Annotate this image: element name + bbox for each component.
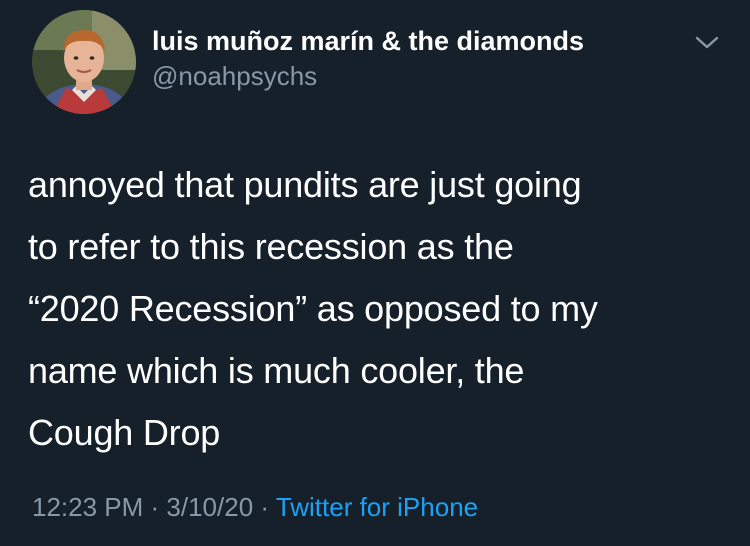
tweet-text-line: Cough Drop bbox=[28, 412, 221, 453]
tweet-text: annoyed that pundits are just going to r… bbox=[28, 154, 728, 464]
tweet-text-line: to refer to this recession as the bbox=[28, 226, 514, 267]
tweet-date[interactable]: 3/10/20 bbox=[166, 492, 253, 522]
chevron-down-icon bbox=[695, 36, 719, 49]
meta-separator: · bbox=[253, 492, 276, 522]
tweet-source-link[interactable]: Twitter for iPhone bbox=[276, 492, 478, 522]
more-options-button[interactable] bbox=[692, 30, 722, 54]
tweet-meta: 12:23 PM · 3/10/20 · Twitter for iPhone bbox=[32, 490, 478, 524]
tweet-text-line: annoyed that pundits are just going bbox=[28, 164, 582, 205]
profile-photo-icon bbox=[32, 10, 136, 114]
avatar[interactable] bbox=[32, 10, 136, 114]
tweet-card: luis muñoz marín & the diamonds @noahpsy… bbox=[0, 0, 750, 546]
tweet-header: luis muñoz marín & the diamonds @noahpsy… bbox=[32, 10, 732, 114]
display-name[interactable]: luis muñoz marín & the diamonds bbox=[152, 24, 584, 58]
meta-separator: · bbox=[143, 492, 167, 522]
user-handle[interactable]: @noahpsychs bbox=[152, 58, 584, 94]
tweet-time[interactable]: 12:23 PM bbox=[32, 492, 143, 522]
tweet-text-line: “2020 Recession” as opposed to my bbox=[28, 288, 598, 329]
author-names: luis muñoz marín & the diamonds @noahpsy… bbox=[152, 24, 584, 94]
tweet-text-line: name which is much cooler, the bbox=[28, 350, 525, 391]
